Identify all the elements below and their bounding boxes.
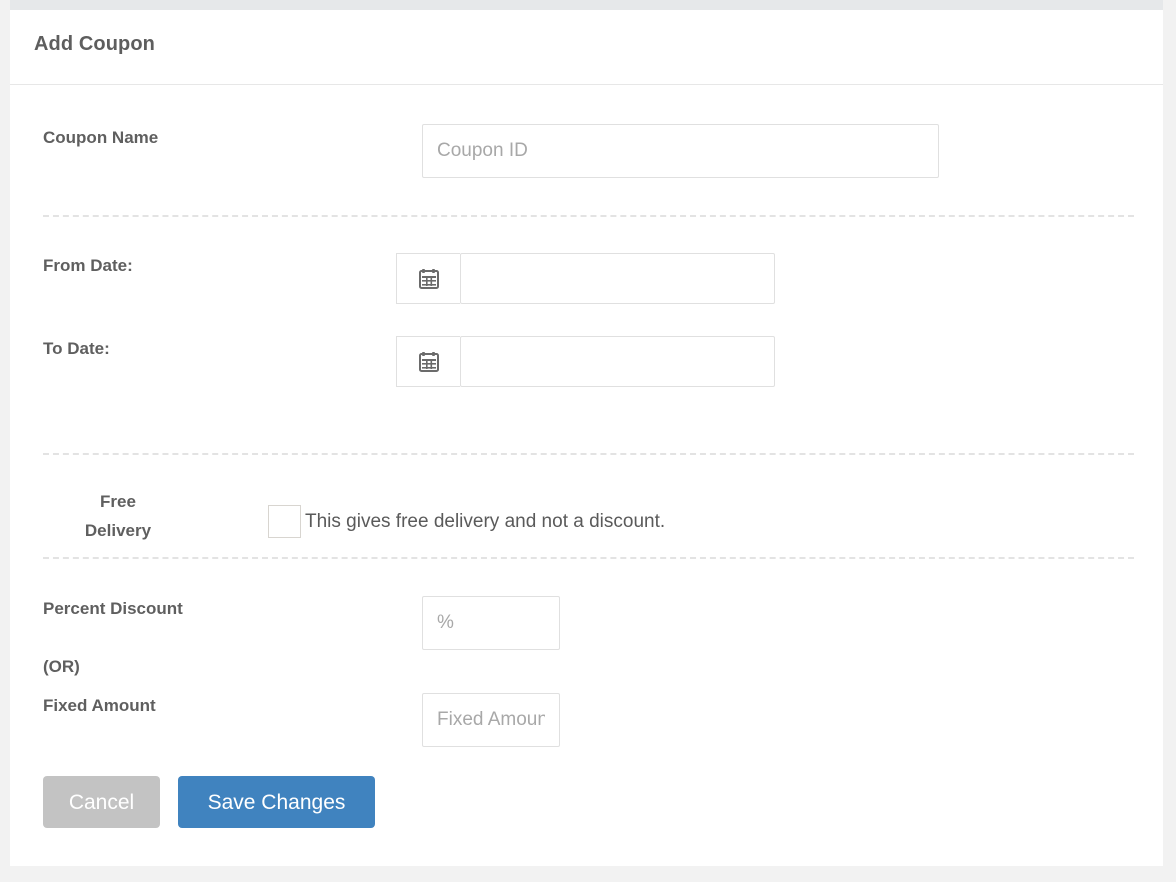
top-strip xyxy=(10,0,1163,10)
add-coupon-panel: Add Coupon Coupon Name From Date: xyxy=(10,10,1163,866)
or-separator-label: (OR) xyxy=(43,657,80,676)
panel-header: Add Coupon xyxy=(10,10,1163,85)
coupon-name-input[interactable] xyxy=(422,124,939,178)
from-date-input[interactable] xyxy=(460,253,775,304)
free-delivery-label: Free Delivery xyxy=(43,487,193,545)
fixed-amount-input[interactable] xyxy=(422,693,560,747)
from-date-label: From Date: xyxy=(43,256,133,275)
coupon-name-label: Coupon Name xyxy=(43,128,159,147)
divider-2 xyxy=(43,453,1134,455)
percent-discount-label: Percent Discount xyxy=(43,599,183,618)
free-delivery-row: This gives free delivery and not a disco… xyxy=(268,505,665,538)
save-changes-button[interactable]: Save Changes xyxy=(178,776,375,828)
calendar-icon[interactable] xyxy=(396,336,460,387)
free-delivery-description: This gives free delivery and not a disco… xyxy=(305,510,666,532)
divider-1 xyxy=(43,215,1134,217)
cancel-button[interactable]: Cancel xyxy=(43,776,160,828)
calendar-icon[interactable] xyxy=(396,253,460,304)
divider-3 xyxy=(43,557,1134,559)
to-date-input[interactable] xyxy=(460,336,775,387)
to-date-label: To Date: xyxy=(43,339,110,358)
page-title: Add Coupon xyxy=(34,33,155,55)
free-delivery-label-line1: Free xyxy=(100,492,136,511)
free-delivery-checkbox[interactable] xyxy=(268,505,301,538)
app-root: Add Coupon Coupon Name From Date: xyxy=(0,0,1176,882)
fixed-amount-label: Fixed Amount xyxy=(43,696,156,715)
to-date-input-group xyxy=(396,336,775,387)
panel-body: Coupon Name From Date: xyxy=(10,86,1163,866)
free-delivery-label-line2: Delivery xyxy=(84,521,152,540)
percent-discount-input[interactable] xyxy=(422,596,560,650)
from-date-input-group xyxy=(396,253,775,304)
